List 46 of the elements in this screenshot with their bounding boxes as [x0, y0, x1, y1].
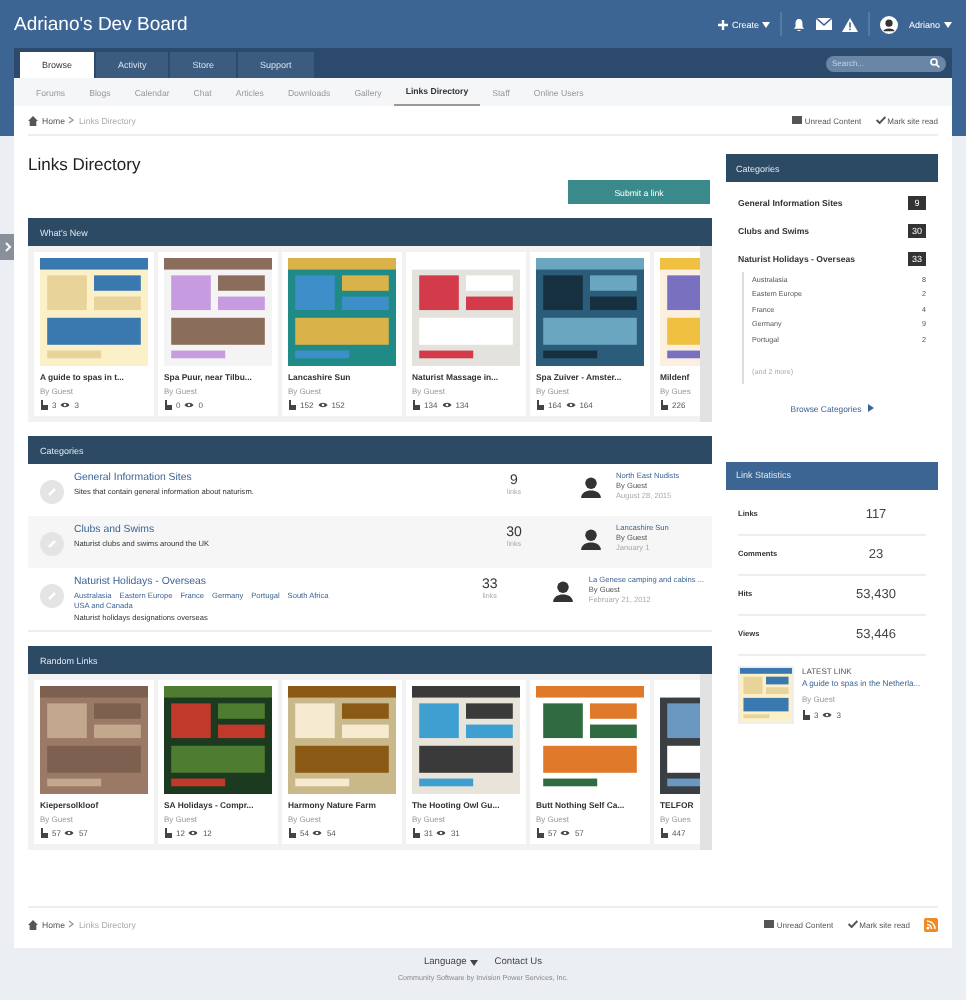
sidebar-toggle-button[interactable] — [0, 234, 14, 260]
pointer-icon — [40, 400, 48, 410]
chevron-icon — [68, 116, 75, 124]
eye-icon — [822, 711, 833, 717]
caret-icon — [944, 21, 952, 27]
eye-icon — [312, 830, 323, 836]
eye-icon — [436, 830, 447, 836]
caret-icon — [762, 21, 771, 27]
avatar-icon — [552, 580, 575, 602]
eye-icon — [560, 830, 571, 836]
eye-icon — [441, 402, 452, 408]
eye-icon — [184, 402, 195, 408]
eye-icon — [565, 402, 576, 408]
site-title[interactable]: Adriano's Dev Board — [14, 13, 188, 35]
home-icon — [28, 919, 38, 929]
pointer-icon — [802, 709, 810, 719]
pointer-icon — [660, 400, 668, 410]
pointer-icon — [660, 828, 668, 838]
pointer-icon — [536, 828, 544, 838]
pointer-icon — [164, 400, 172, 410]
avatar-icon — [580, 528, 602, 550]
pointer-icon — [288, 828, 296, 838]
home-icon — [28, 115, 38, 125]
page-title: Links Directory — [28, 154, 143, 174]
eye-icon — [64, 830, 75, 836]
pointer-icon — [40, 828, 48, 838]
caret-icon — [867, 404, 874, 412]
bell-icon[interactable] — [792, 17, 807, 31]
envelope-icon[interactable] — [816, 18, 833, 30]
pointer-icon — [536, 400, 544, 410]
pointer-icon — [412, 828, 420, 838]
caret-icon — [470, 960, 479, 966]
warning-icon[interactable] — [842, 17, 859, 31]
pointer-icon — [412, 400, 420, 410]
plus-icon — [717, 19, 728, 29]
pointer-icon — [164, 828, 172, 838]
search-icon[interactable] — [930, 58, 940, 68]
avatar-icon — [580, 476, 602, 498]
eye-icon — [317, 402, 328, 408]
pointer-icon — [288, 400, 296, 410]
eye-icon — [188, 830, 199, 836]
check-icon — [847, 920, 858, 928]
chevron-icon — [68, 920, 75, 928]
eye-icon — [60, 402, 71, 408]
check-icon — [875, 116, 886, 124]
avatar-icon[interactable] — [880, 15, 899, 33]
